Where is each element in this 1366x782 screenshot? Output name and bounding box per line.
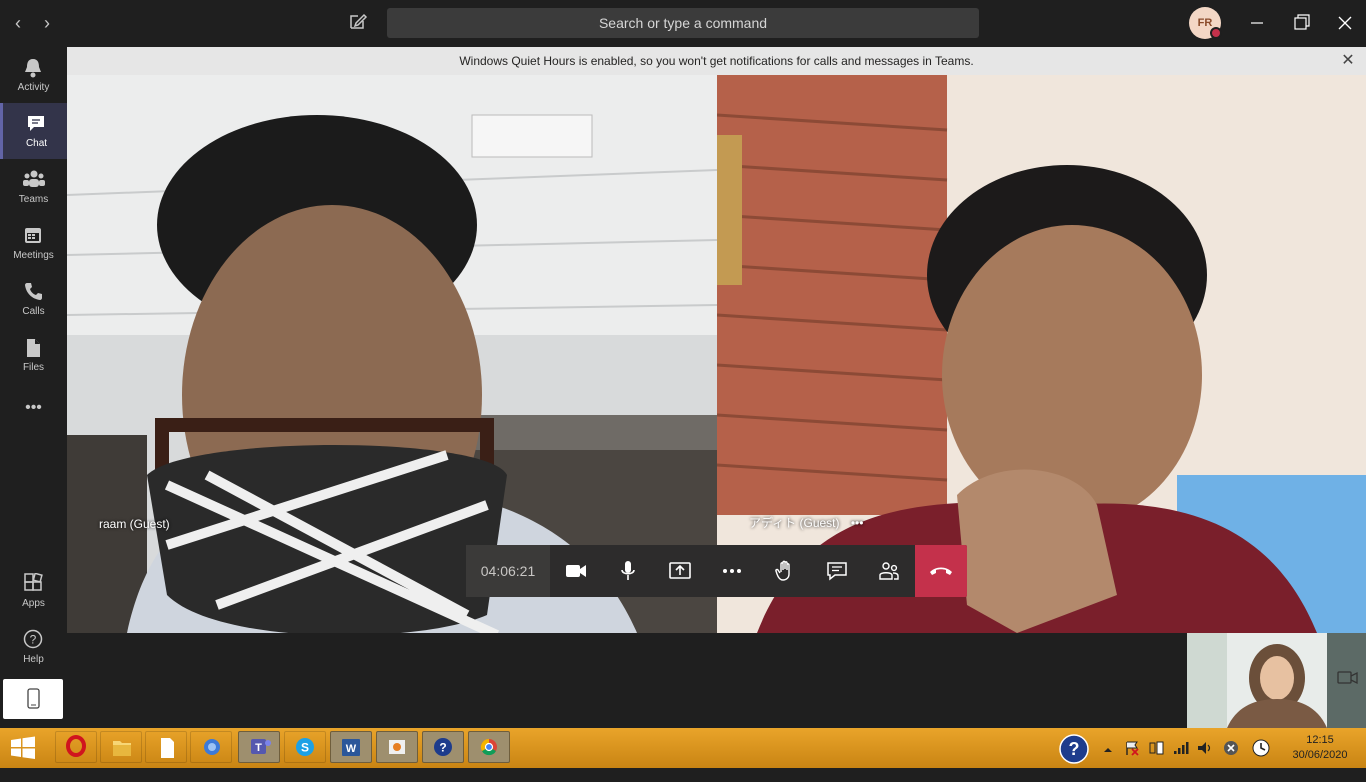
camera-button[interactable] (550, 545, 602, 597)
call-controls-bar: 04:06:21 (466, 545, 967, 597)
help-tray-icon[interactable]: ? (1058, 733, 1090, 773)
apps-icon (24, 573, 43, 591)
teams-icon (23, 170, 45, 187)
system-clock[interactable]: 12:15 30/06/2020 (1285, 733, 1355, 763)
rail-item-chat[interactable]: Chat (0, 103, 67, 159)
share-screen-icon (669, 562, 691, 579)
rail-label-calls: Calls (22, 306, 45, 317)
microsoft-word-icon[interactable]: W (330, 731, 372, 763)
call-timer: 04:06:21 (466, 545, 550, 597)
clock-time: 12:15 (1306, 734, 1334, 746)
file-explorer-icon[interactable] (100, 731, 142, 763)
rail-label-activity: Activity (17, 82, 50, 93)
slideshow-app-icon[interactable] (376, 731, 418, 763)
app-tray-icon[interactable] (1252, 739, 1270, 779)
blocked-icon[interactable] (1222, 740, 1240, 780)
raise-hand-icon (775, 560, 790, 581)
bell-icon (25, 59, 41, 78)
camera-icon (566, 565, 586, 577)
conversation-button[interactable] (811, 545, 863, 597)
svg-text:?: ? (30, 633, 37, 647)
svg-text:T: T (255, 742, 262, 754)
compose-icon[interactable] (348, 11, 370, 33)
windows-taskbar: T S W ? ? 12:15 30/06/2020 (0, 728, 1366, 768)
microphone-icon (621, 561, 635, 580)
help-app-icon[interactable]: ? (422, 731, 464, 763)
raise-hand-button[interactable] (759, 545, 811, 597)
banner-text: Windows Quiet Hours is enabled, so you w… (459, 54, 974, 68)
more-options-button[interactable] (706, 545, 758, 597)
document-icon[interactable] (145, 731, 187, 763)
hang-up-button[interactable] (915, 545, 967, 597)
skype-icon[interactable]: S (284, 731, 326, 763)
camera-toggle-icon[interactable] (1337, 669, 1359, 687)
forward-arrow-icon[interactable]: › (37, 12, 57, 34)
volume-icon[interactable] (1196, 740, 1214, 780)
app-rail: Activity Chat Teams Meetings Calls Files… (0, 47, 67, 728)
device-button[interactable] (3, 679, 63, 719)
rail-label-teams: Teams (18, 194, 49, 205)
svg-text:?: ? (439, 741, 446, 755)
rail-item-teams[interactable]: Teams (0, 159, 67, 215)
svg-text:?: ? (1069, 739, 1080, 759)
rail-item-files[interactable]: Files (0, 327, 67, 383)
svg-text:W: W (346, 743, 357, 755)
hang-up-icon (930, 567, 952, 575)
presence-status-icon (1210, 27, 1222, 39)
rail-item-help[interactable]: ? Help (0, 619, 67, 675)
chrome-browser-icon[interactable] (468, 731, 510, 763)
mobile-device-icon (27, 688, 40, 709)
chevron-up-icon[interactable] (1102, 742, 1114, 782)
quiet-hours-banner: Windows Quiet Hours is enabled, so you w… (67, 47, 1366, 75)
microphone-button[interactable] (602, 545, 654, 597)
participants-icon (879, 562, 899, 580)
title-bar: ‹ › Search or type a command FR (0, 0, 1366, 47)
rail-label-files: Files (22, 362, 45, 373)
help-icon: ? (23, 629, 43, 649)
participant-name-text: アディト (Guest) (749, 516, 840, 530)
rail-item-activity[interactable]: Activity (0, 47, 67, 103)
participants-button[interactable] (863, 545, 915, 597)
phone-icon (25, 283, 42, 300)
rail-label-help: Help (23, 654, 44, 665)
back-arrow-icon[interactable]: ‹ (8, 12, 28, 34)
minimize-icon[interactable] (1245, 12, 1269, 34)
microsoft-teams-icon[interactable]: T (238, 731, 280, 763)
rail-label-chat: Chat (25, 138, 48, 149)
participant-name: アディト (Guest) ••• (749, 514, 863, 531)
more-apps-button[interactable]: ••• (0, 383, 67, 439)
opera-browser-icon[interactable] (55, 731, 97, 763)
power-icon[interactable] (1148, 740, 1166, 780)
more-icon: ••• (25, 399, 42, 416)
restore-icon[interactable] (1289, 12, 1313, 34)
rail-item-apps[interactable]: Apps (0, 563, 67, 619)
network-flag-icon[interactable] (1124, 740, 1142, 780)
participant-name: raam (Guest) (99, 517, 170, 531)
close-icon[interactable]: ✕ (1338, 47, 1358, 75)
clock-date: 30/06/2020 (1292, 749, 1348, 761)
self-view-video[interactable] (1187, 633, 1366, 728)
chat-icon (28, 116, 44, 131)
windows-start-icon[interactable] (8, 734, 38, 774)
share-screen-button[interactable] (654, 545, 706, 597)
calendar-icon (25, 228, 41, 243)
close-window-icon[interactable] (1333, 12, 1357, 34)
search-input[interactable]: Search or type a command (387, 8, 979, 38)
security-shield-icon[interactable] (190, 731, 232, 763)
rail-item-meetings[interactable]: Meetings (0, 215, 67, 271)
rail-label-meetings: Meetings (13, 250, 54, 261)
rail-item-calls[interactable]: Calls (0, 271, 67, 327)
participant-more-icon[interactable]: ••• (851, 516, 864, 530)
more-options-icon (723, 569, 741, 573)
file-icon (27, 339, 40, 357)
rail-label-apps: Apps (22, 598, 45, 609)
conversation-icon (827, 562, 847, 581)
call-stage: raam (Guest) アディト (Guest) ••• 04:06:21 (67, 75, 1366, 728)
svg-text:S: S (301, 741, 309, 755)
signal-strength-icon[interactable] (1172, 740, 1190, 780)
